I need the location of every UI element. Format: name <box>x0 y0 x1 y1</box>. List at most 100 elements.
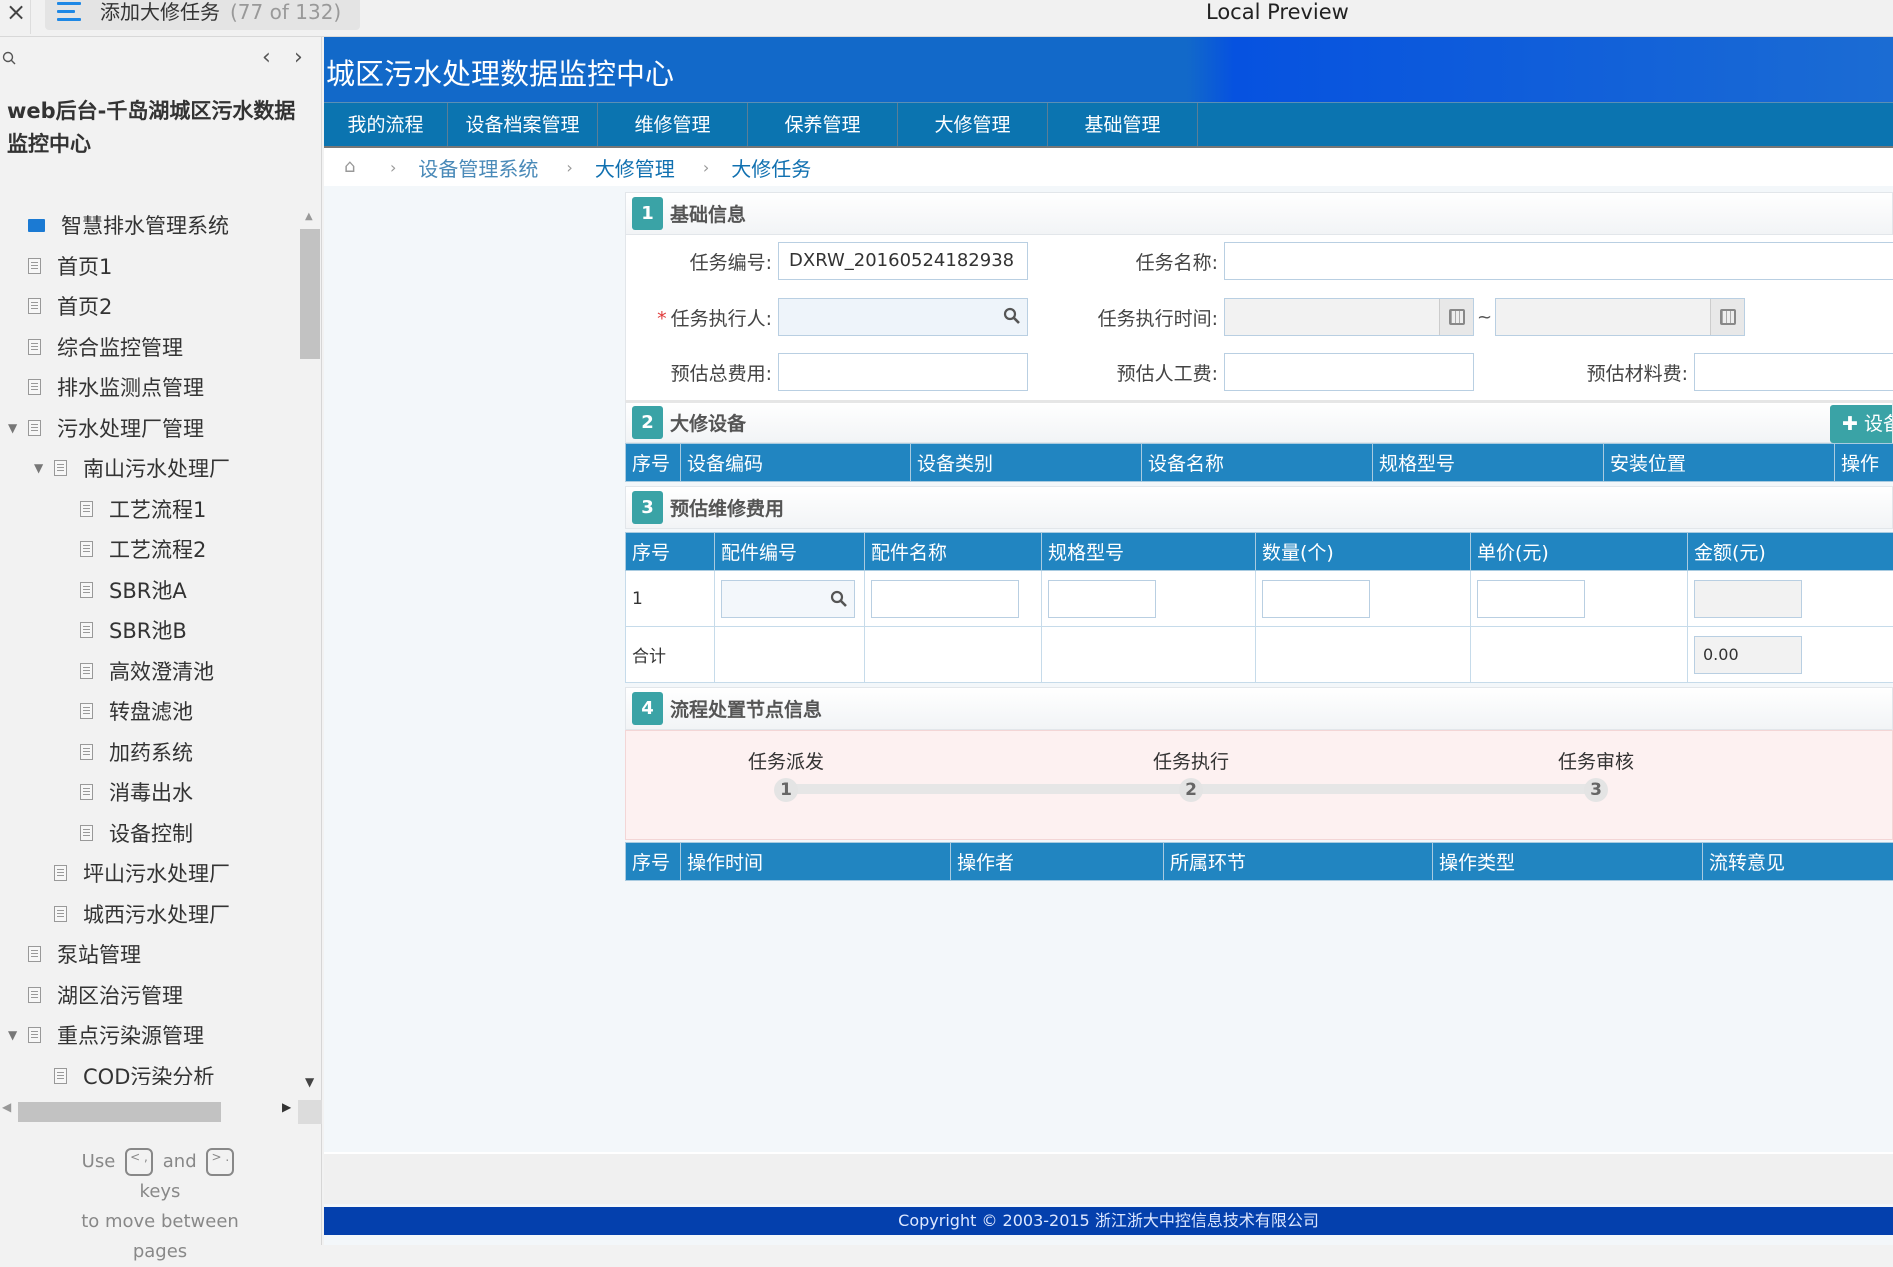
tree-item-label: 转盘滤池 <box>109 696 193 726</box>
main-nav: 我的流程 设备档案管理 维修管理 保养管理 大修管理 基础管理 <box>324 102 1893 148</box>
prev-page-button[interactable]: ‹ <box>262 45 271 70</box>
tree-item[interactable]: 湖区治污管理 <box>8 975 183 1015</box>
nav-item-equipment-archive[interactable]: 设备档案管理 <box>448 103 598 147</box>
page-tab[interactable]: 添加大修任务(77 of 132) <box>45 0 360 30</box>
home-icon[interactable]: ⌂ <box>344 159 362 175</box>
exec-time-end-field[interactable] <box>1495 298 1745 336</box>
tree-item-label: 智慧排水管理系统 <box>61 210 229 240</box>
unit-price-field[interactable] <box>1477 580 1585 618</box>
breadcrumb-item[interactable]: 大修任务 <box>731 153 811 182</box>
breadcrumb-item[interactable]: 设备管理系统 <box>418 153 538 182</box>
tree-item[interactable]: 设备控制 <box>60 813 193 853</box>
search-icon[interactable] <box>2 51 16 65</box>
tree-item[interactable]: 智慧排水管理系统 <box>8 205 229 245</box>
tree-item-label: 综合监控管理 <box>57 332 183 362</box>
executor-field[interactable] <box>778 298 1028 336</box>
step-label: 任务执行 <box>1141 747 1241 774</box>
part-no-field[interactable] <box>721 580 855 618</box>
tree-item[interactable]: ▼重点污染源管理 <box>8 1015 204 1055</box>
nav-item-my-flow[interactable]: 我的流程 <box>324 103 448 147</box>
page-icon <box>28 946 41 962</box>
breadcrumb: ⌂ › 设备管理系统 › 大修管理 › 大修任务 <box>324 148 1893 186</box>
task-no-field[interactable]: DXRW_20160524182938 <box>778 242 1028 280</box>
step-number: 2 <box>1179 778 1203 802</box>
tree-item[interactable]: 首页1 <box>8 246 112 286</box>
task-name-field[interactable] <box>1224 242 1893 280</box>
part-name-field[interactable] <box>871 580 1019 618</box>
search-icon[interactable] <box>1003 307 1021 325</box>
tree-item[interactable]: SBR池A <box>60 570 187 610</box>
scrollbar-thumb[interactable] <box>300 229 320 359</box>
breadcrumb-item[interactable]: 大修管理 <box>595 153 675 182</box>
tree-item[interactable]: 综合监控管理 <box>8 327 183 367</box>
page-icon <box>28 298 41 314</box>
divider <box>30 0 31 34</box>
tree-item[interactable]: 首页2 <box>8 286 112 326</box>
material-cost-field[interactable] <box>1694 353 1893 391</box>
scroll-right-arrow-icon[interactable]: ▶ <box>282 1100 291 1114</box>
close-button[interactable]: × <box>6 0 26 24</box>
scrollbar-thumb[interactable] <box>18 1102 221 1122</box>
column-header: 序号 <box>626 533 715 571</box>
caret-down-icon[interactable]: ▼ <box>8 1028 20 1042</box>
tree-item[interactable]: 转盘滤池 <box>60 691 193 731</box>
nav-item-maintenance[interactable]: 保养管理 <box>748 103 898 147</box>
next-page-button[interactable]: › <box>294 45 303 70</box>
table-row: 1 <box>626 571 1893 627</box>
flow-history-table: 序号 操作时间 操作者 所属环节 操作类型 流转意见 <box>625 842 1893 881</box>
caret-down-icon[interactable]: ▼ <box>34 461 46 475</box>
task-name-label: 任务名称: <box>1056 248 1218 275</box>
tree-item[interactable]: 排水监测点管理 <box>8 367 204 407</box>
nav-item-basic[interactable]: 基础管理 <box>1048 103 1198 147</box>
total-cost-field[interactable] <box>778 353 1028 391</box>
tree-item[interactable]: ▼污水处理厂管理 <box>8 408 204 448</box>
exec-time-start-field[interactable] <box>1224 298 1474 336</box>
cost-table: 序号 配件编号 配件名称 规格型号 数量(个) 单价(元) 金额(元) 1 合计 <box>625 532 1893 683</box>
labor-cost-field[interactable] <box>1224 353 1474 391</box>
column-header: 规格型号 <box>1373 444 1604 482</box>
section-number: 3 <box>632 491 663 524</box>
section-header-equipment: 2 大修设备 ✚ 设备 <box>625 400 1893 443</box>
spec-field[interactable] <box>1048 580 1156 618</box>
tree-item[interactable]: 坪山污水处理厂 <box>34 853 230 893</box>
section-title: 基础信息 <box>670 200 746 227</box>
add-equipment-button[interactable]: ✚ 设备 <box>1830 405 1892 443</box>
page-icon <box>80 784 93 800</box>
menu-icon[interactable] <box>57 2 81 22</box>
keyboard-hint: Use < , and > . keys to move between pag… <box>40 1147 280 1267</box>
column-header: 操作类型 <box>1433 843 1703 881</box>
calendar-icon[interactable] <box>1710 299 1744 335</box>
tree-item[interactable]: 加药系统 <box>60 732 193 772</box>
material-cost-label: 预估材料费: <box>1506 359 1688 386</box>
tree-item[interactable]: 消毒出水 <box>60 772 193 812</box>
scroll-up-arrow-icon[interactable]: ▲ <box>305 211 313 222</box>
vertical-scrollbar[interactable]: ▲ ▼ <box>300 205 320 1095</box>
tree-item[interactable]: 工艺流程1 <box>60 489 206 529</box>
tree-item[interactable]: 工艺流程2 <box>60 529 206 569</box>
horizontal-scrollbar[interactable]: ◀ ▶ <box>0 1095 322 1123</box>
tree-item-label: SBR池A <box>109 575 187 605</box>
quantity-field[interactable] <box>1262 580 1370 618</box>
tree-item[interactable]: 泵站管理 <box>8 934 141 974</box>
tree-item-label: SBR池B <box>109 615 187 645</box>
caret-down-icon[interactable]: ▼ <box>8 421 20 435</box>
nav-item-repair[interactable]: 维修管理 <box>598 103 748 147</box>
chevron-right-icon: › <box>703 158 709 177</box>
calendar-icon[interactable] <box>1439 299 1473 335</box>
scroll-down-arrow-icon[interactable]: ▼ <box>305 1075 314 1089</box>
flow-step: 任务审核 3 <box>1546 747 1646 802</box>
exec-time-label: 任务执行时间: <box>1056 304 1218 331</box>
tree-item[interactable]: SBR池B <box>60 610 187 650</box>
tree-item[interactable]: ▼南山污水处理厂 <box>34 448 230 488</box>
page-icon <box>80 663 93 679</box>
step-number: 1 <box>774 778 798 802</box>
nav-item-overhaul[interactable]: 大修管理 <box>898 103 1048 147</box>
search-icon[interactable] <box>830 590 848 608</box>
tree-item-label: 湖区治污管理 <box>57 980 183 1010</box>
tree-item[interactable]: 城西污水处理厂 <box>34 894 230 934</box>
scroll-left-arrow-icon[interactable]: ◀ <box>2 1100 11 1114</box>
tree-item[interactable]: COD污染分析 <box>34 1056 214 1086</box>
tree-item-label: COD污染分析 <box>83 1061 214 1086</box>
tree-item[interactable]: 高效澄清池 <box>60 651 214 691</box>
tree-item-label: 首页1 <box>57 251 112 281</box>
